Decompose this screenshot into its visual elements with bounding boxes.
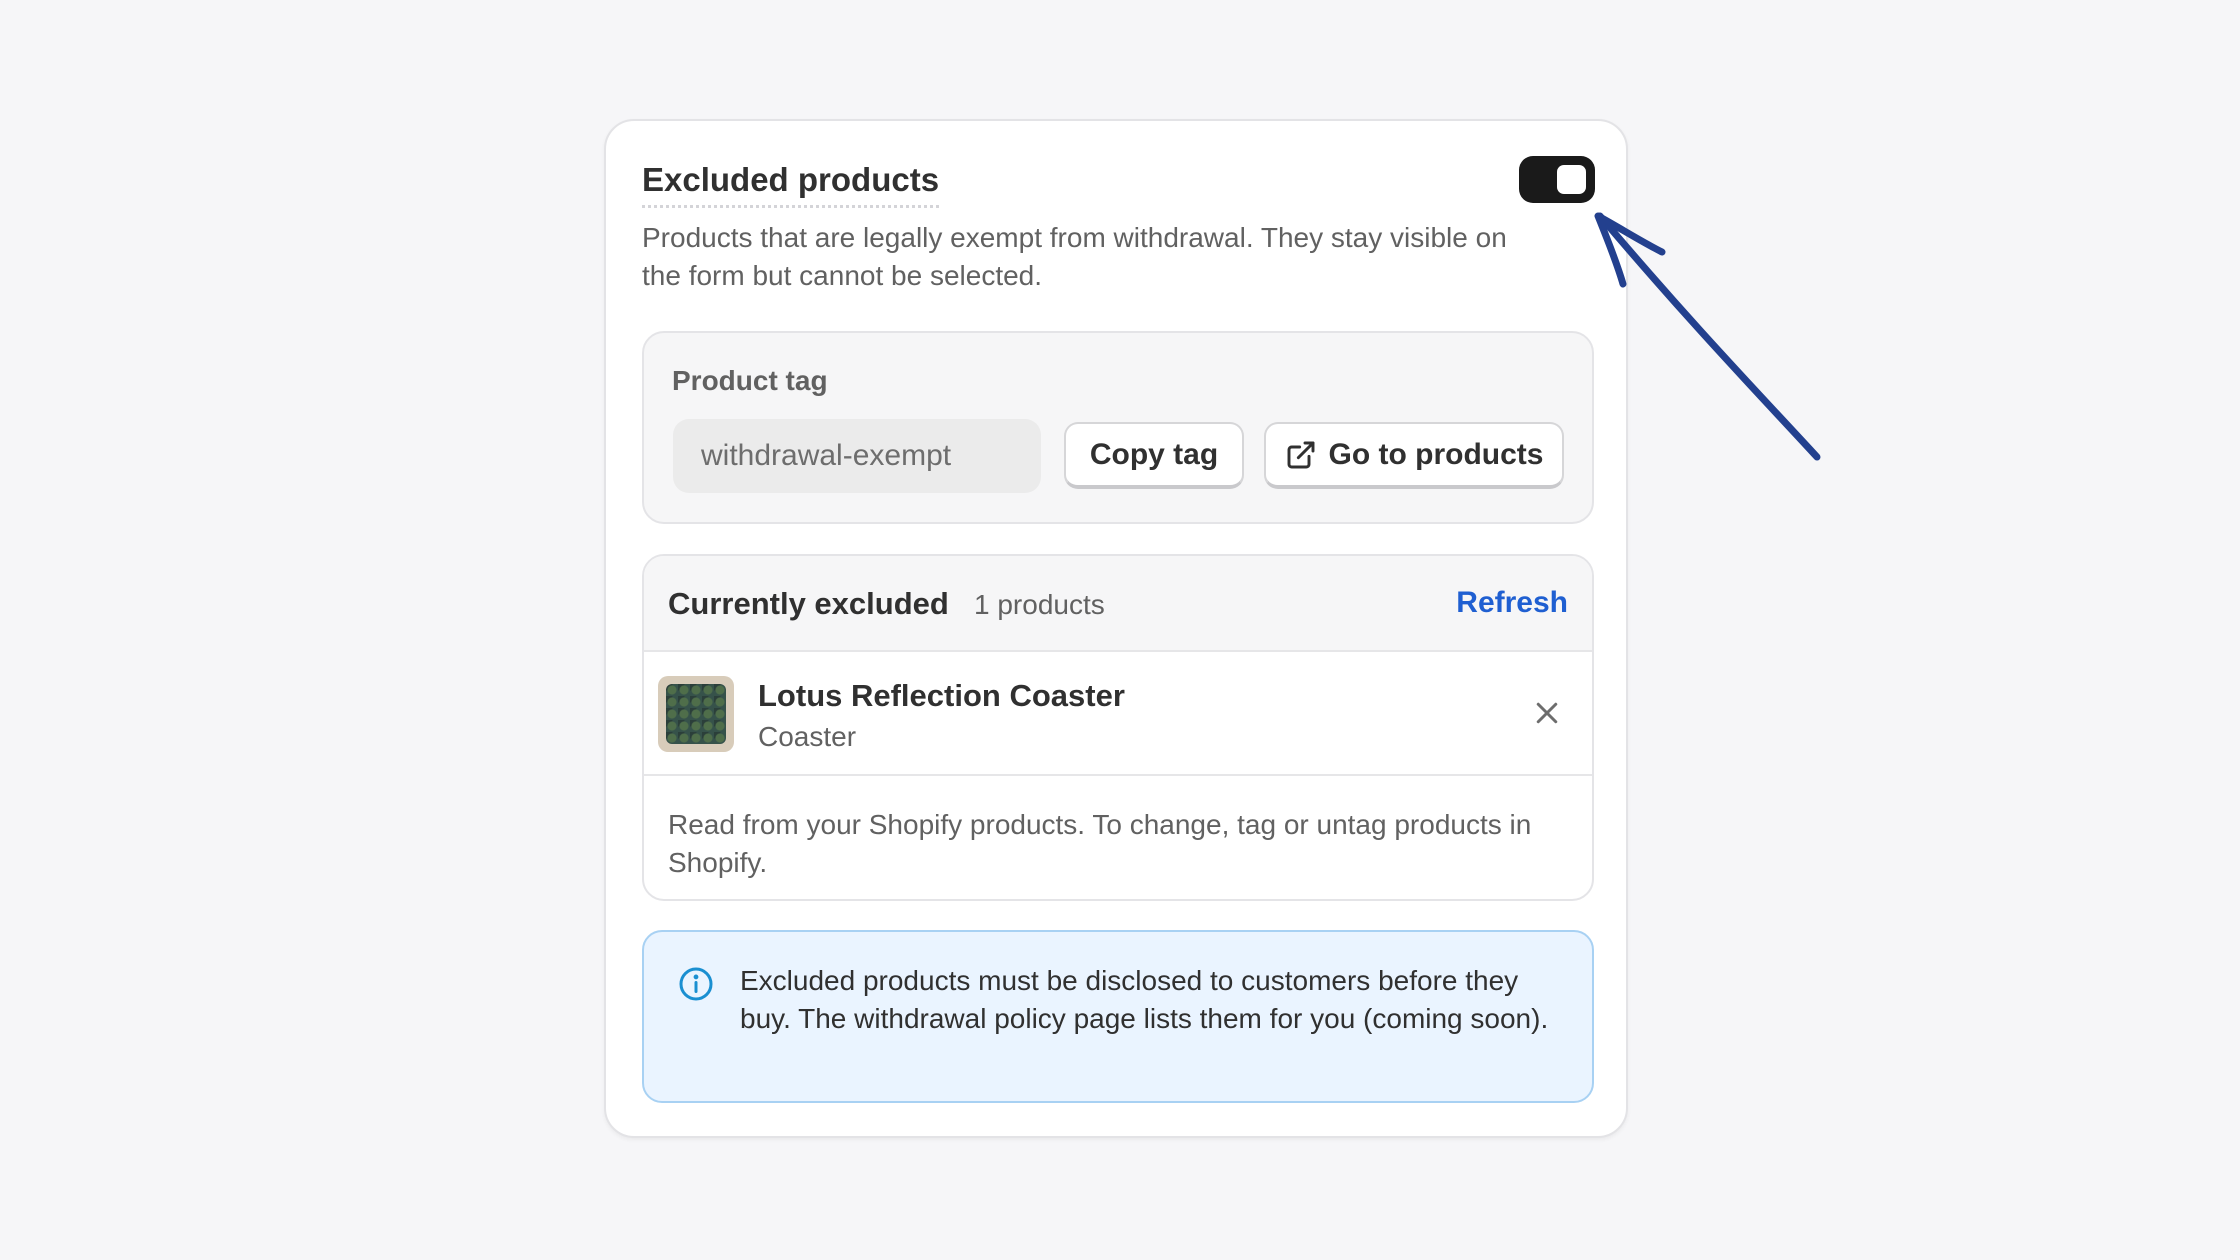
info-banner-text: Excluded products must be disclosed to c… [740,965,1549,1034]
excluded-header: Currently excluded 1 products Refresh [644,556,1592,652]
product-thumbnail [658,676,734,752]
coaster-image [666,684,726,744]
product-tag-label: Product tag [672,365,828,396]
currently-excluded-panel: Currently excluded 1 products Refresh Lo… [642,554,1594,901]
excluded-products-toggle[interactable] [1519,156,1595,203]
list-item: Lotus Reflection Coaster Coaster [644,652,1592,776]
product-name: Lotus Reflection Coaster [758,678,1125,713]
copy-tag-label: Copy tag [1089,437,1219,471]
excluded-note: Read from your Shopify products. To chan… [668,809,1532,878]
refresh-link[interactable]: Refresh [1456,586,1568,620]
info-banner: Excluded products must be disclosed to c… [642,930,1594,1103]
product-tag-field[interactable]: withdrawal-exempt [673,419,1041,493]
excluded-title: Currently excluded [668,586,949,621]
stage: Excluded products Products that are lega… [0,0,2240,1260]
copy-tag-button[interactable]: Copy tag [1064,422,1244,489]
product-type: Coaster [758,721,857,752]
go-to-products-label: Go to products [1328,437,1544,471]
product-tag-box: Product tag withdrawal-exempt Copy tag G… [642,331,1594,524]
go-to-products-button[interactable]: Go to products [1264,422,1564,489]
toggle-knob [1557,165,1586,194]
excluded-products-card: Excluded products Products that are lega… [604,119,1628,1138]
info-icon [679,967,713,1001]
annotation-arrow [1594,212,1821,461]
excluded-count: 1 products [974,589,1105,620]
external-link-icon [1287,441,1314,468]
section-title: Excluded products [642,161,940,208]
section-description: Products that are legally exempt from wi… [642,222,1507,291]
close-icon[interactable] [1532,698,1562,728]
